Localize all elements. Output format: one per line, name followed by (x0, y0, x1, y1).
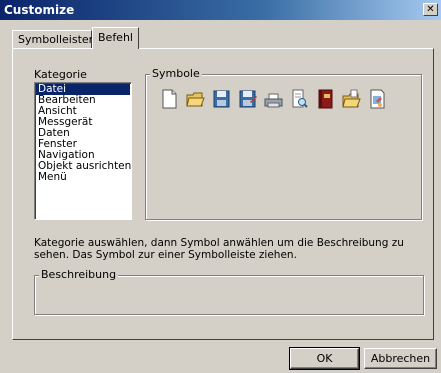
open-project-folder-icon[interactable] (342, 88, 361, 110)
description-label: Beschreibung (39, 268, 119, 281)
description-group (34, 275, 424, 315)
symbols-label: Symbole (150, 67, 202, 80)
close-icon: ✕ (426, 4, 435, 15)
save-icon[interactable] (212, 88, 231, 110)
ok-button[interactable]: OK (289, 347, 360, 370)
new-document-icon[interactable] (160, 88, 179, 110)
cancel-button[interactable]: Abbrechen (364, 348, 437, 369)
print-icon[interactable] (264, 88, 283, 110)
tab-symbolleisten[interactable]: Symbolleisten (12, 30, 96, 49)
tab-label: Symbolleisten (18, 33, 96, 46)
symbols-icon-row (160, 88, 387, 110)
category-label: Kategorie (34, 68, 87, 81)
title-bar: Customize ✕ (0, 0, 441, 20)
export-icon[interactable] (368, 88, 387, 110)
tab-befehl[interactable]: Befehl (92, 27, 139, 49)
window-title: Customize (4, 3, 75, 17)
category-item-menue[interactable]: Menü (36, 172, 130, 183)
instructions-text: Kategorie auswählen, dann Symbol anwähle… (34, 237, 404, 261)
print-preview-icon[interactable] (290, 88, 309, 110)
category-listbox[interactable]: Datei Bearbeiten Ansicht Messgerät Daten… (34, 82, 132, 220)
save-as-icon[interactable] (238, 88, 257, 110)
open-folder-icon[interactable] (186, 88, 205, 110)
close-button[interactable]: ✕ (423, 3, 438, 16)
customize-dialog: Customize ✕ Symbolleisten Befehl Kategor… (0, 0, 441, 373)
tab-label: Befehl (98, 31, 133, 44)
book-icon[interactable] (316, 88, 335, 110)
